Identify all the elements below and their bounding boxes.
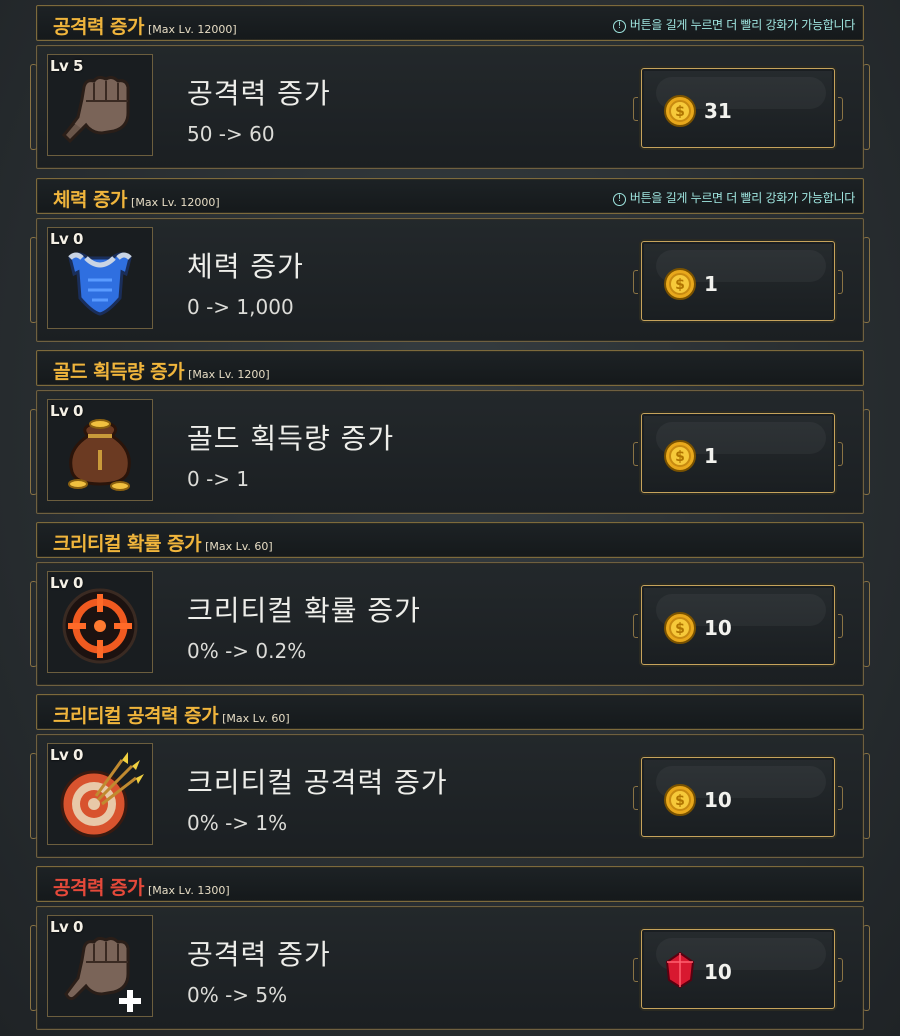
level-label: Lv 0 (50, 402, 84, 420)
long-press-notice: ! 버튼을 길게 누르면 더 빨리 강화가 가능합니다 (612, 189, 855, 206)
info-icon: ! (612, 20, 626, 33)
max-level-label: [Max Lv. 12000] (148, 23, 237, 36)
upgrade-button[interactable]: $ 31 (633, 68, 843, 148)
upgrade-value: 0% -> 0.2% (187, 639, 307, 663)
section-header: 크리티컬 공격력 증가 [Max Lv. 60] (36, 694, 864, 730)
section-title: 크리티컬 확률 증가 [Max Lv. 60] (53, 533, 273, 555)
upgrade-value: 0% -> 1% (187, 811, 288, 835)
upgrade-value: 0% -> 5% (187, 983, 288, 1007)
upgrade-name: 골드 획득량 증가 (187, 422, 395, 455)
upgrade-name: 체력 증가 (187, 250, 304, 283)
upgrade-icon-box: Lv 0 (47, 571, 153, 673)
level-label: Lv 5 (50, 57, 84, 75)
level-label: Lv 0 (50, 574, 84, 592)
max-level-label: [Max Lv. 60] (205, 540, 273, 553)
svg-text:$: $ (675, 621, 685, 637)
gold-coin-icon: $ (664, 268, 696, 300)
gold-coin-icon: $ (664, 784, 696, 816)
upgrade-cost: 31 (704, 99, 732, 123)
upgrade-row: Lv 5 공격력 증가 50 -> 60 $ 31 (30, 45, 870, 169)
upgrade-section-attack-gem: 공격력 증가 [Max Lv. 1300] Lv 0 공격력 증가 0% -> 5… (30, 866, 870, 1034)
section-header: 공격력 증가 [Max Lv. 12000] ! 버튼을 길게 누르면 더 빨리 강… (36, 5, 864, 41)
svg-text:$: $ (675, 793, 685, 809)
svg-text:$: $ (675, 104, 685, 120)
svg-text:$: $ (675, 277, 685, 293)
upgrade-icon-box: Lv 0 (47, 227, 153, 329)
svg-text:$: $ (675, 449, 685, 465)
section-title: 공격력 증가 [Max Lv. 1300] (53, 877, 230, 899)
upgrade-cost: 10 (704, 616, 732, 640)
gold-coin-icon: $ (664, 95, 696, 127)
red-gem-icon (665, 952, 695, 988)
upgrade-section-crit-chance: 크리티컬 확률 증가 [Max Lv. 60] Lv 0 크리티컬 확률 증가 0… (30, 522, 870, 690)
section-header: 공격력 증가 [Max Lv. 1300] (36, 866, 864, 902)
upgrade-row: Lv 0 크리티컬 공격력 증가 0% -> 1% $ 10 (30, 734, 870, 858)
upgrade-cost: 1 (704, 272, 718, 296)
max-level-label: [Max Lv. 1300] (148, 884, 230, 897)
level-label: Lv 0 (50, 746, 84, 764)
upgrade-icon-box: Lv 0 (47, 399, 153, 501)
level-label: Lv 0 (50, 918, 84, 936)
upgrade-cost: 10 (704, 788, 732, 812)
section-header: 체력 증가 [Max Lv. 12000] ! 버튼을 길게 누르면 더 빨리 강화… (36, 178, 864, 214)
long-press-notice: ! 버튼을 길게 누르면 더 빨리 강화가 가능합니다 (612, 16, 855, 33)
upgrade-cost: 1 (704, 444, 718, 468)
upgrade-section-crit-damage: 크리티컬 공격력 증가 [Max Lv. 60] Lv 0 크리티컬 공격력 증가… (30, 694, 870, 862)
upgrade-section-attack: 공격력 증가 [Max Lv. 12000] ! 버튼을 길게 누르면 더 빨리 강… (30, 5, 870, 173)
upgrade-button[interactable]: $ 10 (633, 757, 843, 837)
upgrade-name: 공격력 증가 (187, 938, 331, 971)
section-title: 골드 획득량 증가 [Max Lv. 1200] (53, 361, 270, 383)
max-level-label: [Max Lv. 12000] (131, 196, 220, 209)
section-title: 크리티컬 공격력 증가 [Max Lv. 60] (53, 705, 290, 727)
upgrade-cost: 10 (704, 960, 732, 984)
section-header: 골드 획득량 증가 [Max Lv. 1200] (36, 350, 864, 386)
max-level-label: [Max Lv. 1200] (188, 368, 270, 381)
upgrade-name: 크리티컬 확률 증가 (187, 594, 421, 627)
level-label: Lv 0 (50, 230, 84, 248)
max-level-label: [Max Lv. 60] (222, 712, 290, 725)
upgrade-button[interactable]: 10 (633, 929, 843, 1009)
upgrade-button[interactable]: $ 10 (633, 585, 843, 665)
upgrade-name: 공격력 증가 (187, 77, 331, 110)
upgrade-name: 크리티컬 공격력 증가 (187, 766, 448, 799)
gold-coin-icon: $ (664, 440, 696, 472)
gold-coin-icon: $ (664, 612, 696, 644)
upgrade-value: 0 -> 1,000 (187, 295, 294, 319)
info-icon: ! (612, 193, 626, 206)
upgrade-value: 50 -> 60 (187, 122, 275, 146)
upgrade-row: Lv 0 크리티컬 확률 증가 0% -> 0.2% $ 10 (30, 562, 870, 686)
upgrade-icon-box: Lv 0 (47, 915, 153, 1017)
upgrade-button[interactable]: $ 1 (633, 413, 843, 493)
upgrade-icon-box: Lv 5 (47, 54, 153, 156)
upgrade-section-health: 체력 증가 [Max Lv. 12000] ! 버튼을 길게 누르면 더 빨리 강화… (30, 178, 870, 346)
upgrade-row: Lv 0 체력 증가 0 -> 1,000 $ 1 (30, 218, 870, 342)
upgrade-value: 0 -> 1 (187, 467, 250, 491)
section-title: 공격력 증가 [Max Lv. 12000] (53, 16, 237, 38)
upgrade-row: Lv 0 공격력 증가 0% -> 5% 10 (30, 906, 870, 1030)
upgrade-row: Lv 0 골드 획득량 증가 0 -> 1 $ 1 (30, 390, 870, 514)
upgrade-button[interactable]: $ 1 (633, 241, 843, 321)
section-header: 크리티컬 확률 증가 [Max Lv. 60] (36, 522, 864, 558)
section-title: 체력 증가 [Max Lv. 12000] (53, 189, 220, 211)
upgrade-icon-box: Lv 0 (47, 743, 153, 845)
upgrade-section-gold: 골드 획득량 증가 [Max Lv. 1200] Lv 0 골드 획득량 증가 0… (30, 350, 870, 518)
